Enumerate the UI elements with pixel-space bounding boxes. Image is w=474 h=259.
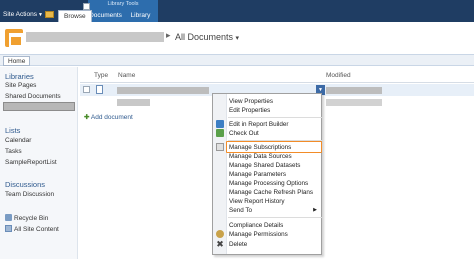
menu-item-edit-in-report-builder[interactable]: Edit in Report Builder <box>229 120 321 129</box>
document-icon <box>96 85 103 94</box>
menu-item-view-properties[interactable]: View Properties <box>229 97 321 106</box>
ribbon: Site Actions▼ Library Tools Documents Li… <box>0 0 474 22</box>
ql-item-team-discussion[interactable]: Team Discussion <box>5 191 54 198</box>
menu-item-send-to-label: Send To <box>229 207 252 214</box>
header-divider <box>80 82 474 83</box>
tab-browse[interactable]: Browse <box>58 10 92 22</box>
ql-item-calendar[interactable]: Calendar <box>5 137 31 144</box>
ql-item-selected-redacted[interactable] <box>3 102 75 111</box>
add-document-link[interactable]: ✚ Add document <box>84 113 133 121</box>
report-builder-icon <box>216 120 224 128</box>
library-tools-group: Library Tools Documents Library <box>88 0 158 22</box>
ql-item-shared-documents[interactable]: Shared Documents <box>5 93 61 100</box>
column-name[interactable]: Name <box>118 72 135 79</box>
ql-recycle-bin-label: Recycle Bin <box>14 215 49 222</box>
ql-item-tasks[interactable]: Tasks <box>5 148 22 155</box>
ql-all-site-content-label: All Site Content <box>14 226 59 233</box>
highlight-box-manage-subscriptions <box>226 141 322 153</box>
library-tools-label: Library Tools <box>107 1 139 7</box>
top-link-bar: Home <box>0 54 474 66</box>
column-modified[interactable]: Modified <box>326 72 351 79</box>
chevron-down-icon: ▾ <box>235 35 240 42</box>
menu-item-view-report-history[interactable]: View Report History <box>229 197 321 206</box>
tab-library[interactable]: Library <box>123 10 158 22</box>
menu-item-manage-shared-datasets[interactable]: Manage Shared Datasets <box>229 161 321 170</box>
chevron-down-icon: ▼ <box>37 12 43 18</box>
item-context-menu: View Properties Edit Properties Edit in … <box>212 93 322 255</box>
permissions-icon <box>216 230 224 238</box>
site-actions-label: Site Actions <box>3 11 37 18</box>
menu-separator <box>228 217 322 218</box>
row-modified-redacted <box>326 99 382 106</box>
menu-item-check-out[interactable]: Check Out <box>229 129 321 138</box>
menu-item-manage-permissions[interactable]: Manage Permissions <box>229 230 321 239</box>
menu-item-delete[interactable]: Delete <box>229 240 321 249</box>
column-type[interactable]: Type <box>94 72 108 79</box>
row-name-redacted[interactable] <box>117 99 150 106</box>
site-content-icon <box>5 225 12 232</box>
home-tab[interactable]: Home <box>3 56 31 66</box>
page-title[interactable]: All Documents ▾ <box>175 32 239 42</box>
quick-launch: Libraries Site Pages Shared Documents Li… <box>0 67 78 259</box>
menu-item-compliance-details[interactable]: Compliance Details <box>229 221 321 230</box>
check-out-icon <box>216 129 224 137</box>
ql-libraries-heading[interactable]: Libraries <box>5 72 34 81</box>
navigate-up-icon[interactable] <box>45 11 54 18</box>
ql-recycle-bin[interactable]: Recycle Bin <box>5 214 48 222</box>
recycle-bin-icon <box>5 214 12 221</box>
menu-item-manage-cache-refresh-plans[interactable]: Manage Cache Refresh Plans <box>229 188 321 197</box>
ql-item-site-pages[interactable]: Site Pages <box>5 82 36 89</box>
menu-item-edit-properties[interactable]: Edit Properties <box>229 106 321 115</box>
list-header: Type Name Modified <box>80 70 474 82</box>
ql-lists-heading[interactable]: Lists <box>5 126 20 135</box>
ql-item-samplereportlist[interactable]: SampleReportList <box>5 159 57 166</box>
menu-item-manage-data-sources[interactable]: Manage Data Sources <box>229 152 321 161</box>
delete-icon: ✖ <box>216 239 224 249</box>
breadcrumb-separator-icon: ▸ <box>166 30 171 40</box>
submenu-arrow-icon: ▶ <box>313 207 317 213</box>
plus-icon: ✚ <box>84 114 90 121</box>
ql-discussions-heading[interactable]: Discussions <box>5 180 45 189</box>
site-title-redacted[interactable] <box>26 32 164 42</box>
menu-separator <box>228 117 322 118</box>
add-document-label: Add document <box>90 114 133 121</box>
ql-all-site-content[interactable]: All Site Content <box>5 225 59 233</box>
row-checkbox[interactable] <box>83 86 90 93</box>
menu-item-send-to[interactable]: Send To ▶ <box>229 206 321 215</box>
row-modified-redacted <box>326 87 382 94</box>
row-name-redacted[interactable] <box>117 87 209 94</box>
tab-documents[interactable]: Documents <box>88 10 123 22</box>
menu-item-manage-processing-options[interactable]: Manage Processing Options <box>229 179 321 188</box>
site-logo-icon[interactable] <box>5 29 23 47</box>
menu-item-manage-parameters[interactable]: Manage Parameters <box>229 170 321 179</box>
page-title-text: All Documents <box>175 32 234 42</box>
subscriptions-icon <box>216 143 224 151</box>
select-all-checkbox[interactable] <box>83 3 90 10</box>
site-actions-menu[interactable]: Site Actions▼ <box>3 11 43 18</box>
